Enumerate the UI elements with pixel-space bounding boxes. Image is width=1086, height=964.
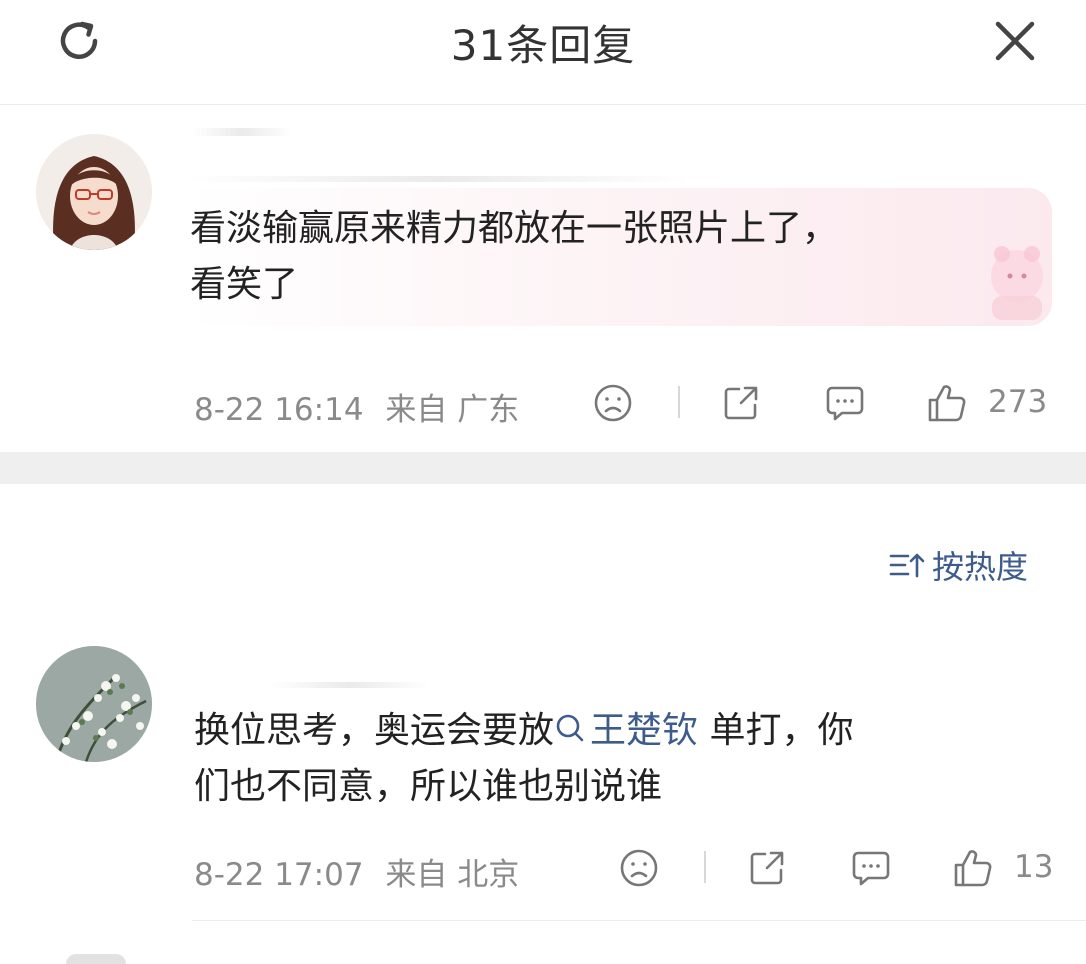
action-divider xyxy=(704,851,706,883)
comment-line: 看笑了 xyxy=(190,264,299,305)
comment-text-segment: 单打，你 xyxy=(698,710,854,751)
row-divider xyxy=(192,920,1086,921)
comment-location: 来自 广东 xyxy=(385,392,520,428)
share-icon xyxy=(724,386,758,420)
like-button[interactable] xyxy=(950,845,996,891)
share-button[interactable] xyxy=(718,380,764,426)
comment-text: 换位思考，奥运会要放 王楚钦 单打，你 们也不同意，所以谁也别说谁 xyxy=(194,703,853,815)
avatar[interactable] xyxy=(66,954,126,964)
share-icon xyxy=(750,851,784,885)
like-button[interactable] xyxy=(924,380,970,426)
username-blurred xyxy=(270,682,430,688)
avatar[interactable] xyxy=(36,134,152,250)
reply-header: 31条回复 xyxy=(0,0,1086,105)
share-button[interactable] xyxy=(744,845,790,891)
thumbs-up-icon xyxy=(928,385,966,422)
comment-line: 换位思考，奥运会要放 王楚钦 单打，你 xyxy=(194,703,853,759)
comment-icon xyxy=(852,851,890,886)
reply-button[interactable] xyxy=(848,845,894,891)
search-icon xyxy=(556,714,584,742)
comment-line: 们也不同意，所以谁也别说谁 xyxy=(194,766,663,807)
like-count: 13 xyxy=(1014,849,1054,885)
reply-button[interactable] xyxy=(822,380,868,426)
thumbs-up-icon xyxy=(954,850,992,887)
comment-text-segment: 换位思考，奥运会要放 xyxy=(194,710,555,751)
sticker-decoration xyxy=(991,246,1043,320)
like-count: 273 xyxy=(988,384,1048,420)
topic-mention-label: 王楚钦 xyxy=(590,710,699,751)
sort-toggle[interactable]: 按热度 xyxy=(888,542,1028,588)
username-blurred xyxy=(192,128,292,136)
comment-text: 看淡输赢原来精力都放在一张照片上了， 看笑了 xyxy=(190,201,838,313)
topic-mention-link[interactable]: 王楚钦 xyxy=(554,710,698,751)
avatar[interactable] xyxy=(36,646,152,762)
dislike-button[interactable] xyxy=(616,845,662,891)
close-icon xyxy=(995,21,1035,61)
page-title: 31条回复 xyxy=(450,21,636,70)
sad-face-icon xyxy=(620,849,658,887)
comment-line: 看淡输赢原来精力都放在一张照片上了， xyxy=(190,208,839,249)
comment-meta: 8-22 17:07 来自 北京 xyxy=(194,849,519,894)
comment-icon xyxy=(826,386,864,421)
username-blurred xyxy=(188,176,688,182)
action-divider xyxy=(678,386,680,418)
comment-date: 8-22 17:07 xyxy=(194,857,364,893)
dislike-button[interactable] xyxy=(590,380,636,426)
sort-label: 按热度 xyxy=(932,548,1029,586)
section-divider xyxy=(0,452,1086,484)
close-button[interactable] xyxy=(988,14,1042,68)
comment-location: 来自 北京 xyxy=(385,857,520,893)
comment-date: 8-22 16:14 xyxy=(194,392,364,428)
comment-meta: 8-22 16:14 来自 广东 xyxy=(194,384,519,429)
sort-icon xyxy=(889,553,925,578)
sad-face-icon xyxy=(594,384,632,422)
